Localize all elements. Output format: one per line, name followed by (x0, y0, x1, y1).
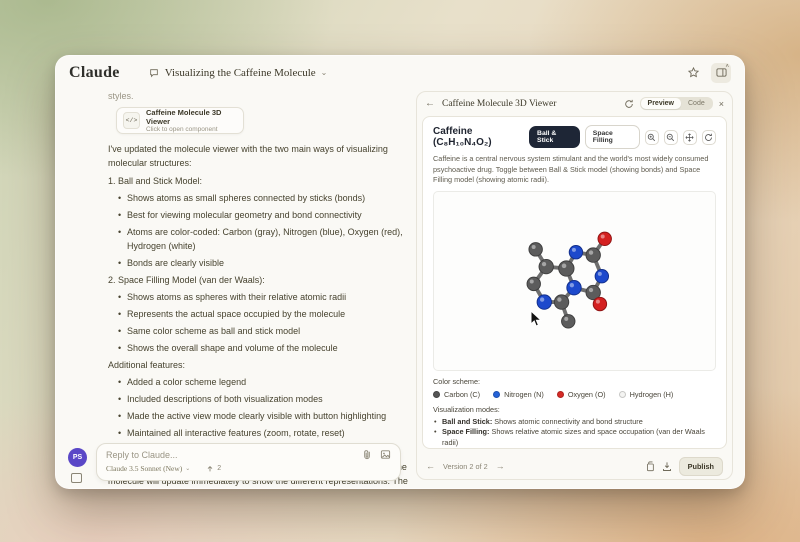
app-window: Claude Visualizing the Caffeine Molecule… (55, 55, 745, 489)
list-item: Best for viewing molecular geometry and … (118, 208, 408, 222)
usage-indicator[interactable]: 2 (206, 465, 221, 473)
chat-title: Visualizing the Caffeine Molecule (165, 67, 316, 79)
space-filling-button[interactable]: Space Filling (585, 125, 640, 149)
reply-input[interactable]: Reply to Claude... (106, 450, 178, 460)
badge-dot: ˄ (725, 64, 729, 70)
download-icon[interactable] (662, 461, 672, 472)
molecule-viewer[interactable] (433, 191, 716, 371)
section1-title: 1. Ball and Stick Model: (108, 174, 408, 188)
legend-item-carbon: Carbon (C) (433, 390, 480, 399)
legend-label: Hydrogen (H) (630, 390, 674, 399)
usage-count: 2 (217, 465, 221, 472)
legend-label: Carbon (C) (444, 390, 480, 399)
chevron-down-icon: ⌄ (185, 465, 190, 472)
legend-label: Nitrogen (N) (504, 390, 544, 399)
artifact-card-title: Caffeine Molecule 3D Viewer (146, 108, 237, 126)
list-item: Represents the actual space occupied by … (118, 307, 408, 321)
artifact-panel-footer: ← Version 2 of 2 → Publish (417, 453, 732, 479)
legend-item-hydrogen: Hydrogen (H) (619, 390, 674, 399)
section2-list: Shows atoms as spheres with their relati… (118, 290, 408, 355)
version-label: Version 2 of 2 (443, 462, 488, 471)
molecule-title: Caffeine (C₈H₁₀N₄O₂) (433, 126, 529, 148)
attach-icon[interactable] (362, 449, 372, 460)
list-item: Atoms are color-coded: Carbon (gray), Ni… (118, 225, 408, 253)
reset-rotate-button[interactable] (702, 130, 716, 145)
section1-list: Shows atoms as small spheres connected b… (118, 191, 408, 270)
app-header: Claude Visualizing the Caffeine Molecule… (56, 56, 744, 89)
zoom-out-button[interactable] (664, 130, 678, 145)
list-item: Shows the overall shape and volume of th… (118, 341, 408, 355)
section2-title: 2. Space Filling Model (van der Waals): (108, 273, 408, 287)
version-prev-icon[interactable]: ← (426, 461, 435, 471)
list-item: Same color scheme as ball and stick mode… (118, 324, 408, 338)
message-intro: I've updated the molecule viewer with th… (108, 142, 408, 170)
list-item: Added a color scheme legend (118, 375, 408, 389)
assistant-message: I've updated the molecule viewer with th… (96, 142, 408, 488)
modes-list: Ball and Stick: Shows atomic connectivit… (433, 417, 716, 449)
legend-item-nitrogen: Nitrogen (N) (493, 390, 544, 399)
legend-row: Carbon (C) Nitrogen (N) Oxygen (O) Hydro… (433, 390, 716, 399)
ball-stick-button[interactable]: Ball & Stick (529, 126, 580, 148)
avatar[interactable]: PS (68, 448, 87, 467)
list-item: Shows atoms as small spheres connected b… (118, 191, 408, 205)
chat-column: styles. </> Caffeine Molecule 3D Viewer … (96, 89, 408, 488)
list-item: Included descriptions of both visualizat… (118, 392, 408, 406)
chat-title-menu[interactable]: Visualizing the Caffeine Molecule ⌄ (148, 67, 328, 79)
mode-name: Ball and Stick: (442, 417, 492, 426)
artifact-panel-title: Caffeine Molecule 3D Viewer (442, 99, 556, 109)
mode-name: Space Filling: (442, 427, 489, 436)
mode-space-filling: Space Filling: Shows relative atomic siz… (433, 427, 716, 448)
zoom-in-button[interactable] (645, 130, 659, 145)
artifact-card[interactable]: </> Caffeine Molecule 3D Viewer Click to… (116, 107, 244, 134)
reply-composer[interactable]: Reply to Claude... Claude 3.5 Sonnet (Ne… (96, 443, 401, 481)
legend-title: Color scheme: (433, 377, 716, 386)
mode-desc: Shows atomic connectivity and bond struc… (492, 417, 642, 426)
list-item: Maintained all interactive features (zoo… (118, 426, 408, 440)
close-icon[interactable]: × (719, 99, 724, 109)
publish-button[interactable]: Publish (679, 457, 723, 476)
copy-icon[interactable] (645, 461, 655, 472)
preview-code-toggle: Preview Code (640, 97, 713, 110)
version-next-icon[interactable]: → (496, 461, 505, 471)
artifact-content: Caffeine (C₈H₁₀N₄O₂) Ball & Stick Space … (422, 116, 727, 449)
sidebar-toggle-icon[interactable]: ˄ (711, 63, 731, 83)
nitrogen-dot (493, 391, 500, 398)
previous-message-fragment: styles. (108, 89, 408, 103)
oxygen-dot (557, 391, 564, 398)
chevron-down-icon: ⌄ (321, 68, 328, 77)
artifact-panel: ← Caffeine Molecule 3D Viewer Preview Co… (416, 91, 733, 480)
back-icon[interactable]: ← (425, 98, 435, 109)
screenshot-icon[interactable] (71, 473, 82, 483)
modes-title: Visualization modes: (433, 405, 716, 414)
chat-bubble-icon (148, 67, 160, 79)
list-item: Made the active view mode clearly visibl… (118, 409, 408, 423)
image-icon[interactable] (380, 449, 391, 460)
tab-preview[interactable]: Preview (641, 98, 681, 109)
claude-logo: Claude (69, 64, 120, 82)
additional-title: Additional features: (108, 358, 408, 372)
cursor-icon (530, 310, 544, 328)
artifact-panel-header: ← Caffeine Molecule 3D Viewer Preview Co… (417, 92, 732, 115)
hydrogen-dot (619, 391, 626, 398)
carbon-dot (433, 391, 440, 398)
list-item: Shows atoms as spheres with their relati… (118, 290, 408, 304)
molecule-description: Caffeine is a central nervous system sti… (433, 154, 716, 186)
legend-item-oxygen: Oxygen (O) (557, 390, 606, 399)
refresh-icon[interactable] (624, 99, 634, 109)
code-icon: </> (123, 112, 140, 129)
star-icon[interactable] (683, 63, 703, 83)
artifact-card-subtitle: Click to open component (146, 126, 237, 134)
legend-label: Oxygen (O) (568, 390, 606, 399)
pan-button[interactable] (683, 130, 697, 145)
tab-code[interactable]: Code (681, 98, 712, 109)
mode-ball-stick: Ball and Stick: Shows atomic connectivit… (433, 417, 716, 428)
list-item: Bonds are clearly visible (118, 256, 408, 270)
model-selector[interactable]: Claude 3.5 Sonnet (New) (106, 464, 182, 473)
molecule-canvas (434, 192, 715, 370)
